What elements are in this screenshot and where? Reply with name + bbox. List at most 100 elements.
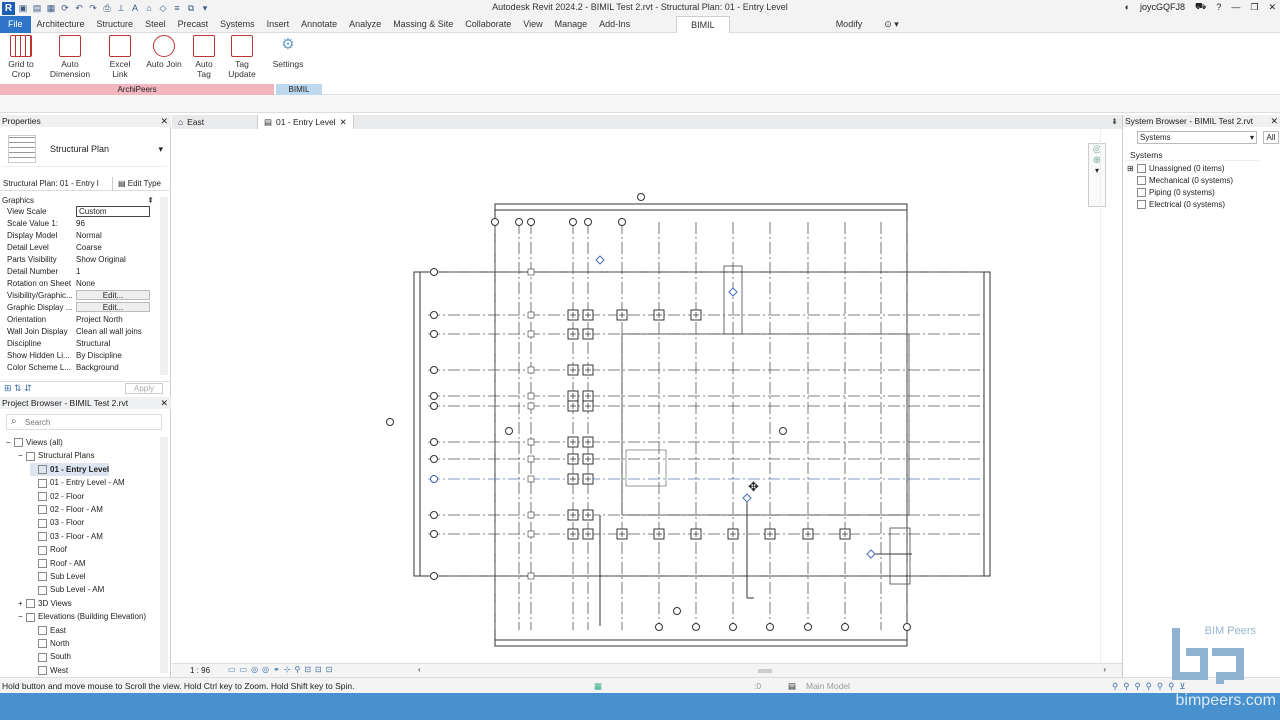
browser-tree-item[interactable]: 03 - Floor - AM	[30, 530, 103, 543]
browser-search-box[interactable]: ⌕	[6, 414, 162, 430]
cart-icon[interactable]: ⛟	[1195, 1, 1206, 13]
property-row[interactable]: Visibility/Graphic... Edit...	[0, 290, 162, 302]
chevron-down-icon[interactable]: ▾	[158, 144, 163, 155]
worksharing-icon[interactable]: ▦	[594, 678, 602, 694]
close-icon[interactable]: ✕	[160, 115, 168, 127]
scroll-left-icon[interactable]: ‹	[418, 665, 421, 674]
3d-view-icon[interactable]: ⌂	[143, 3, 155, 14]
open-icon[interactable]: ▣	[17, 3, 29, 14]
property-value[interactable]: Background	[76, 362, 150, 374]
undo-icon[interactable]: ↶	[73, 3, 85, 14]
browser-tree-item[interactable]: Roof - AM	[30, 557, 86, 570]
browser-tree-item[interactable]: − Structural Plans	[18, 449, 94, 462]
user-name[interactable]: joycGQFJ8	[1140, 2, 1185, 12]
new-icon[interactable]: ▤	[31, 3, 43, 14]
property-value[interactable]: 96	[76, 218, 150, 230]
structural-plan-drawing[interactable]: ✥	[172, 129, 1110, 663]
property-value[interactable]: Normal	[76, 230, 150, 242]
restore-icon[interactable]: ❐	[1250, 2, 1258, 13]
property-row[interactable]: Rotation on Sheet None	[0, 278, 162, 290]
redo-icon[interactable]: ↷	[87, 3, 99, 14]
type-selector[interactable]: Structural Plan ▾	[2, 133, 167, 167]
expand-toggle-icon[interactable]: +	[18, 597, 26, 610]
expand-toggle-icon[interactable]: −	[18, 610, 26, 623]
property-value[interactable]: Project North	[76, 314, 150, 326]
tab-manage[interactable]: Manage	[549, 16, 594, 33]
property-value[interactable]: Clean all wall joins	[76, 326, 150, 338]
tab-insert[interactable]: Insert	[261, 16, 296, 33]
tab-view[interactable]: View	[517, 16, 548, 33]
tab-massing-site[interactable]: Massing & Site	[387, 16, 459, 33]
property-value-input[interactable]: Custom	[76, 206, 150, 217]
canvas-scrollbar-vertical[interactable]	[1100, 129, 1108, 663]
browser-tree-item[interactable]: Roof	[30, 543, 67, 556]
browser-tree-item[interactable]: 01 - Entry Level	[30, 462, 110, 476]
browser-tree-item[interactable]: 01 - Entry Level - AM	[30, 476, 125, 489]
browser-tree-item[interactable]: North	[30, 637, 70, 650]
close-icon[interactable]: ✕	[160, 397, 168, 409]
edit-button[interactable]: Edit...	[76, 302, 150, 312]
panel-bimil[interactable]: BIMIL	[276, 84, 322, 95]
browser-tree-item[interactable]: 02 - Floor - AM	[30, 503, 103, 516]
edit-type-button[interactable]: ▤ Edit Type	[118, 177, 161, 191]
properties-scrollbar[interactable]	[160, 197, 168, 375]
revit-logo-icon[interactable]: R	[2, 1, 15, 15]
tab-systems[interactable]: Systems	[214, 16, 261, 33]
browser-tree-item[interactable]: Sub Level - AM	[30, 583, 104, 596]
property-row[interactable]: Display Model Normal	[0, 230, 162, 242]
all-button[interactable]: All	[1263, 131, 1279, 144]
property-row[interactable]: Color Scheme L... Background	[0, 362, 162, 374]
tab-structure[interactable]: Structure	[91, 16, 140, 33]
browser-scrollbar[interactable]	[160, 437, 168, 673]
property-value[interactable]: 1	[76, 266, 150, 278]
browser-tree-item[interactable]: West	[30, 664, 68, 677]
tab-modify[interactable]: Modify	[830, 16, 869, 33]
property-row[interactable]: Wall Join Display Clean all wall joins	[0, 326, 162, 338]
design-options-icon[interactable]: ▤	[788, 678, 796, 694]
tab-east[interactable]: ⌂ East	[172, 115, 258, 129]
tab-precast[interactable]: Precast	[172, 16, 215, 33]
property-row[interactable]: View Scale Custom	[0, 206, 162, 218]
expand-toggle-icon[interactable]: −	[18, 449, 26, 462]
browser-tree-item[interactable]: − Views (all)	[6, 436, 63, 449]
scroll-right-icon[interactable]: ›	[1103, 665, 1106, 674]
minimize-icon[interactable]: —	[1231, 2, 1240, 12]
tab-file[interactable]: File	[0, 15, 31, 33]
save-icon[interactable]: ▦	[45, 3, 57, 14]
browser-tree-item[interactable]: Sub Level	[30, 570, 86, 583]
property-row[interactable]: Orientation Project North	[0, 314, 162, 326]
close-icon[interactable]: ✕	[1270, 115, 1278, 127]
print-icon[interactable]: ⎙	[101, 3, 113, 14]
switch-windows-icon[interactable]: ⧉	[185, 3, 197, 14]
section-icon[interactable]: ◇	[157, 3, 169, 14]
help-icon[interactable]: ?	[1216, 2, 1221, 12]
system-tree-item[interactable]: Electrical (0 systems)	[1127, 198, 1225, 211]
search-input[interactable]	[25, 417, 155, 428]
close-window-icon[interactable]: ✕	[1268, 2, 1276, 13]
browser-tree-item[interactable]: 02 - Floor	[30, 490, 84, 503]
browser-tree-item[interactable]: South	[30, 650, 71, 663]
edit-button[interactable]: Edit...	[76, 290, 150, 300]
tab-steel[interactable]: Steel	[139, 16, 172, 33]
property-row[interactable]: Discipline Structural	[0, 338, 162, 350]
property-value[interactable]: Show Original	[76, 254, 150, 266]
drawing-canvas[interactable]: ✥ ◎ ⊕ ▾	[172, 129, 1110, 663]
user-icon[interactable]: ◐	[1125, 2, 1130, 12]
tab-entry-level[interactable]: ▤ 01 - Entry Level ✕	[258, 115, 354, 129]
systems-dropdown[interactable]: Systems ▾	[1137, 131, 1257, 144]
tab-menu-icon[interactable]: ⇟	[1111, 115, 1122, 129]
thin-lines-icon[interactable]: ≡	[171, 3, 183, 14]
view-scale[interactable]: 1 : 96	[190, 666, 210, 675]
property-value[interactable]: By Discipline	[76, 350, 150, 362]
browser-tree-item[interactable]: +3D Views	[18, 597, 72, 610]
browser-tree-item[interactable]: East	[30, 624, 66, 637]
property-row[interactable]: Detail Number 1	[0, 266, 162, 278]
properties-help-icon[interactable]: ⊞ ⇅ ⇵	[4, 383, 32, 394]
expand-toggle-icon[interactable]: −	[6, 436, 14, 449]
horizontal-scroll-thumb[interactable]	[758, 669, 772, 673]
tab-bimil[interactable]: BIMIL	[676, 15, 730, 33]
tab-analyze[interactable]: Analyze	[343, 16, 387, 33]
customize-qat-icon[interactable]: ▾	[199, 3, 211, 14]
sync-icon[interactable]: ⟳	[59, 3, 71, 14]
property-row[interactable]: Scale Value 1: 96	[0, 218, 162, 230]
